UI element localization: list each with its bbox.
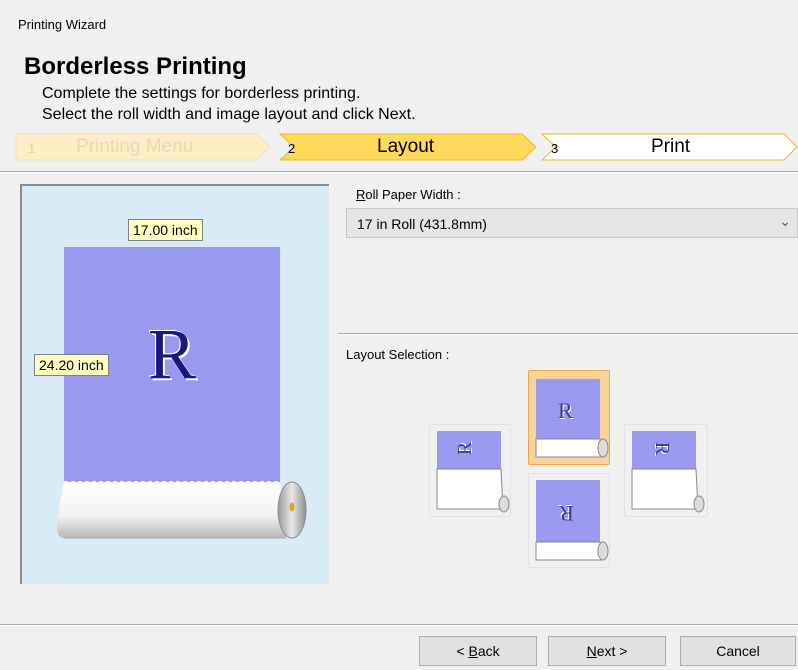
roll-paper-width-value: 17 in Roll (431.8mm) xyxy=(357,216,487,232)
next-button[interactable]: Next > xyxy=(548,636,666,666)
wizard-steps: 1 Printing Menu 2 Layout 3 Print xyxy=(0,133,798,161)
window-title: Printing Wizard xyxy=(18,17,107,32)
height-dimension-label: 24.20 inch xyxy=(34,354,109,376)
paper-roll xyxy=(57,482,287,538)
layout-option-right[interactable]: R xyxy=(624,424,708,517)
step-1-number: 1 xyxy=(28,141,36,156)
step-3-label: Print xyxy=(651,136,691,157)
layout-option-top[interactable]: R xyxy=(528,370,610,465)
preview-r-glyph: R xyxy=(148,314,197,394)
layout-option-bottom-glyph: R xyxy=(559,501,574,526)
roll-paper-width-label: Roll Paper Width : xyxy=(356,187,461,202)
description-line-2: Select the roll width and image layout a… xyxy=(42,106,416,123)
description-line-1: Complete the settings for borderless pri… xyxy=(42,85,361,102)
layout-option-bottom[interactable]: R xyxy=(528,473,610,568)
layout-option-left-glyph: R xyxy=(454,441,477,456)
layout-selection-label: Layout Selection : xyxy=(346,347,450,362)
layout-option-right-glyph: R xyxy=(651,441,674,456)
chevron-down-icon[interactable]: ⌄ xyxy=(779,213,791,230)
width-dimension-label: 17.00 inch xyxy=(128,219,203,241)
step-2-number: 2 xyxy=(288,141,296,156)
step-2-label: Layout xyxy=(377,136,435,157)
layout-option-left[interactable]: R xyxy=(429,424,511,517)
wizard-title: Borderless Printing xyxy=(24,53,247,80)
roll-paper-width-select[interactable]: 17 in Roll (431.8mm) ⌄ xyxy=(346,208,798,238)
step-3-number: 3 xyxy=(551,141,559,156)
step-1-label: Printing Menu xyxy=(76,136,194,157)
print-preview-pane: 17.00 inch 24.20 inch R xyxy=(20,184,329,584)
back-button[interactable]: < Back xyxy=(419,636,537,666)
header-divider-highlight xyxy=(0,172,798,173)
layout-option-top-glyph: R xyxy=(558,398,573,423)
cancel-button[interactable]: Cancel xyxy=(680,636,796,666)
